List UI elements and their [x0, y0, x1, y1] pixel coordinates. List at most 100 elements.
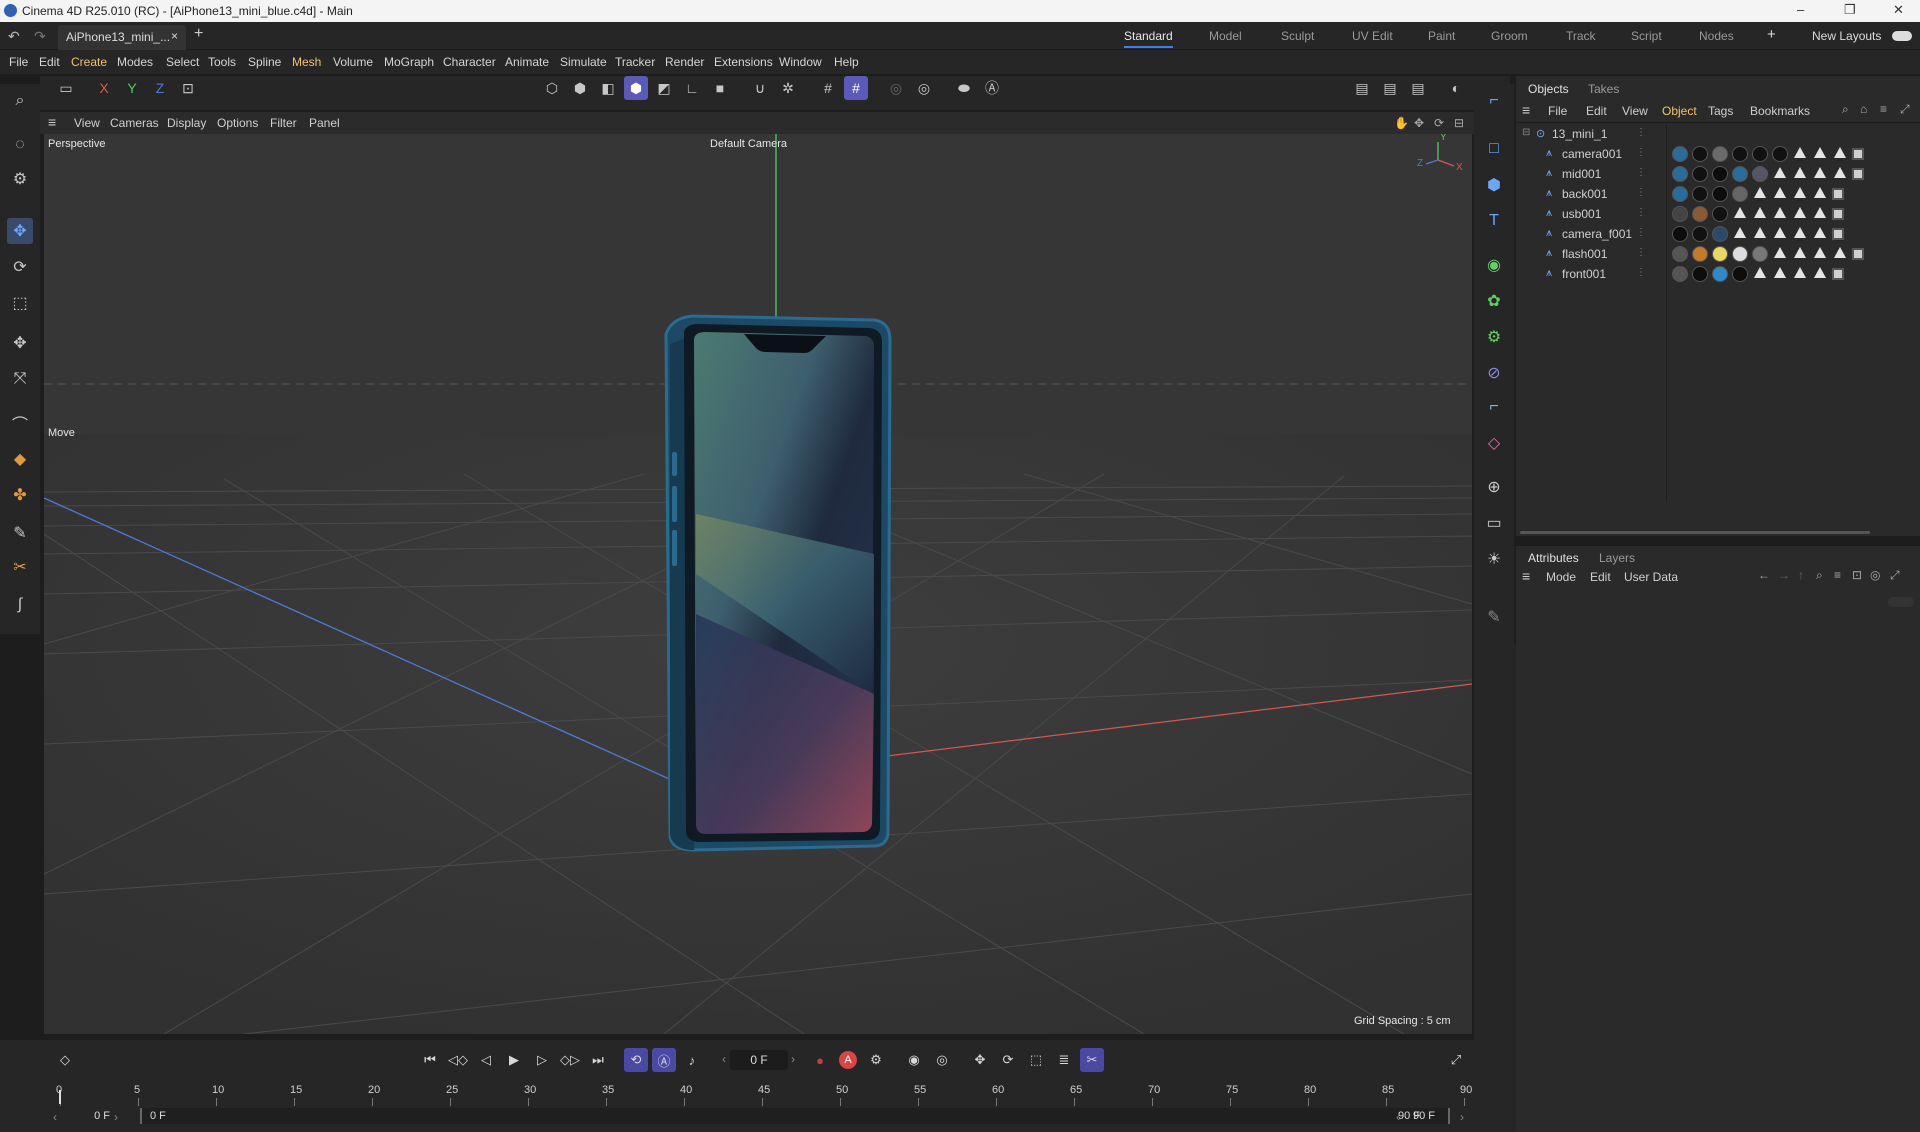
layout-sculpt[interactable]: Sculpt	[1281, 29, 1314, 43]
layout-track[interactable]: Track	[1566, 29, 1596, 43]
object-row-root[interactable]: ⊟ ⊙ 13_mini_1 ⋮	[1516, 124, 1920, 144]
knife-icon[interactable]: ✂	[7, 554, 33, 580]
maximize-view-icon[interactable]: ⊟	[1454, 116, 1464, 130]
pan-view-icon[interactable]: ✋	[1394, 116, 1409, 130]
range-end-increment[interactable]: ›	[1460, 1110, 1464, 1124]
coordinate-system-icon[interactable]: ⊡	[176, 76, 200, 100]
document-tab[interactable]: AiPhone13_mini_... ×	[58, 25, 186, 50]
texture-tag-icon[interactable]	[1794, 187, 1806, 198]
attributes-target-icon[interactable]: ◎	[1870, 568, 1880, 582]
up-arrow-icon[interactable]: ↑	[1798, 568, 1804, 582]
objects-menu-object[interactable]: Object	[1662, 104, 1697, 118]
range-end-field[interactable]: 90 F	[1402, 1108, 1446, 1124]
transform-tool-icon[interactable]: ⤧	[7, 366, 33, 392]
lock-icon[interactable]: ⊡	[1852, 568, 1862, 582]
live-selection-icon[interactable]: ◆	[7, 446, 33, 472]
material-tag-icon[interactable]	[1672, 226, 1688, 242]
texture-tag-icon[interactable]	[1754, 207, 1766, 218]
layout-script[interactable]: Script	[1631, 29, 1662, 43]
range-start-increment[interactable]: ›	[114, 1110, 118, 1124]
object-row[interactable]: ⩚ flash001 ⋮	[1516, 244, 1920, 264]
menu-select[interactable]: Select	[166, 55, 199, 69]
material-tag-icon[interactable]	[1732, 186, 1748, 202]
menu-mesh[interactable]: Mesh	[292, 55, 321, 69]
texture-tag-icon[interactable]	[1794, 167, 1806, 178]
rotate-tool-icon[interactable]: ⟳	[7, 254, 33, 280]
material-tag-icon[interactable]	[1692, 186, 1708, 202]
add-tab-button[interactable]: +	[194, 25, 203, 43]
layout-model[interactable]: Model	[1209, 29, 1242, 43]
texture-tag-icon[interactable]	[1774, 227, 1786, 238]
spline-rectangle-icon[interactable]: □	[1481, 136, 1507, 162]
range-end-decrement[interactable]: ‹	[1396, 1110, 1400, 1124]
magnet-icon[interactable]: ∪	[748, 76, 772, 100]
menu-animate[interactable]: Animate	[505, 55, 549, 69]
object-row[interactable]: ⩚ usb001 ⋮	[1516, 204, 1920, 224]
texture-tag-icon[interactable]	[1734, 207, 1746, 218]
cube-icon[interactable]: ⬢	[1481, 172, 1507, 198]
material-tag-icon[interactable]	[1692, 146, 1708, 162]
attributes-menu-user-data[interactable]: User Data	[1624, 570, 1678, 584]
texture-tag-icon[interactable]	[1794, 267, 1806, 278]
menu-render[interactable]: Render	[665, 55, 704, 69]
material-tag-icon[interactable]	[1712, 266, 1728, 282]
lasso-icon[interactable]: ⌒	[7, 410, 33, 436]
playhead[interactable]	[59, 1090, 61, 1104]
tab-objects[interactable]: Objects	[1528, 82, 1569, 96]
snap-enabled-icon[interactable]: #	[844, 76, 868, 100]
material-tag-icon[interactable]	[1692, 266, 1708, 282]
material-tag-icon[interactable]	[1672, 146, 1688, 162]
layout-standard[interactable]: Standard	[1124, 29, 1173, 48]
selection-icon[interactable]: ◌	[7, 132, 33, 158]
autokey-icon[interactable]: Ⓐ	[980, 76, 1004, 100]
menu-tracker[interactable]: Tracker	[615, 55, 655, 69]
move-view-icon[interactable]: ✥	[1414, 116, 1424, 130]
texture-tag-icon[interactable]	[1774, 247, 1786, 258]
menu-simulate[interactable]: Simulate	[560, 55, 607, 69]
close-tab-button[interactable]: ×	[171, 29, 178, 43]
effector-icon[interactable]: ⚙	[1481, 324, 1507, 350]
object-row[interactable]: ⩚ camera_f001 ⋮	[1516, 224, 1920, 244]
visibility-icon[interactable]: ⋮	[1636, 247, 1646, 258]
texture-tag-icon[interactable]	[1834, 247, 1846, 258]
selection-tag-icon[interactable]	[1832, 268, 1844, 280]
move-along-icon[interactable]: ✥	[7, 330, 33, 356]
null-object-icon[interactable]: ⌐	[1481, 88, 1507, 114]
hamburger-icon[interactable]: ≡	[48, 114, 56, 130]
object-row[interactable]: ⩚ camera001 ⋮	[1516, 144, 1920, 164]
minimize-button[interactable]: –	[1797, 2, 1804, 17]
lock-z-axis-button[interactable]: Z	[148, 76, 172, 100]
preview-range-bar[interactable]: 0 F 90 F	[140, 1108, 1450, 1124]
light-icon[interactable]: ☀	[1481, 546, 1507, 572]
menu-help[interactable]: Help	[834, 55, 859, 69]
model-mode-icon[interactable]: ⬢	[624, 76, 648, 100]
add-layout-button[interactable]: +	[1767, 26, 1776, 43]
texture-tag-icon[interactable]	[1814, 247, 1826, 258]
material-tag-icon[interactable]	[1732, 246, 1748, 262]
texture-tag-icon[interactable]	[1774, 167, 1786, 178]
texture-tag-icon[interactable]	[1814, 267, 1826, 278]
viewport-menu-display[interactable]: Display	[167, 116, 206, 130]
layout-uv-edit[interactable]: UV Edit	[1352, 29, 1393, 43]
texture-mode-icon[interactable]: ◩	[652, 76, 676, 100]
objects-menu-file[interactable]: File	[1548, 104, 1567, 118]
texture-tag-icon[interactable]	[1754, 187, 1766, 198]
objects-detach-icon[interactable]: ⤢	[1900, 102, 1910, 117]
subdivision-icon[interactable]: ◉	[1481, 252, 1507, 278]
selection-tag-icon[interactable]	[1852, 248, 1864, 260]
material-tag-icon[interactable]	[1712, 186, 1728, 202]
texture-tag-icon[interactable]	[1814, 187, 1826, 198]
texture-tag-icon[interactable]	[1814, 167, 1826, 178]
isolate-icon[interactable]: ⬬	[952, 76, 976, 100]
objects-search-icon[interactable]: ⌕	[1842, 102, 1849, 117]
material-tag-icon[interactable]	[1672, 266, 1688, 282]
viewport-projection-label[interactable]: Perspective	[48, 138, 105, 150]
collapse-icon[interactable]: ⊟	[1522, 127, 1530, 138]
material-tag-icon[interactable]	[1672, 186, 1688, 202]
range-start-decrement[interactable]: ‹	[53, 1110, 57, 1124]
axis-mode-icon[interactable]: ∟	[680, 76, 704, 100]
render-picture-viewer-icon[interactable]: ▤	[1378, 76, 1402, 100]
lock-x-axis-button[interactable]: X	[92, 76, 116, 100]
viewport-menu-view[interactable]: View	[74, 116, 100, 130]
texture-tag-icon[interactable]	[1794, 227, 1806, 238]
